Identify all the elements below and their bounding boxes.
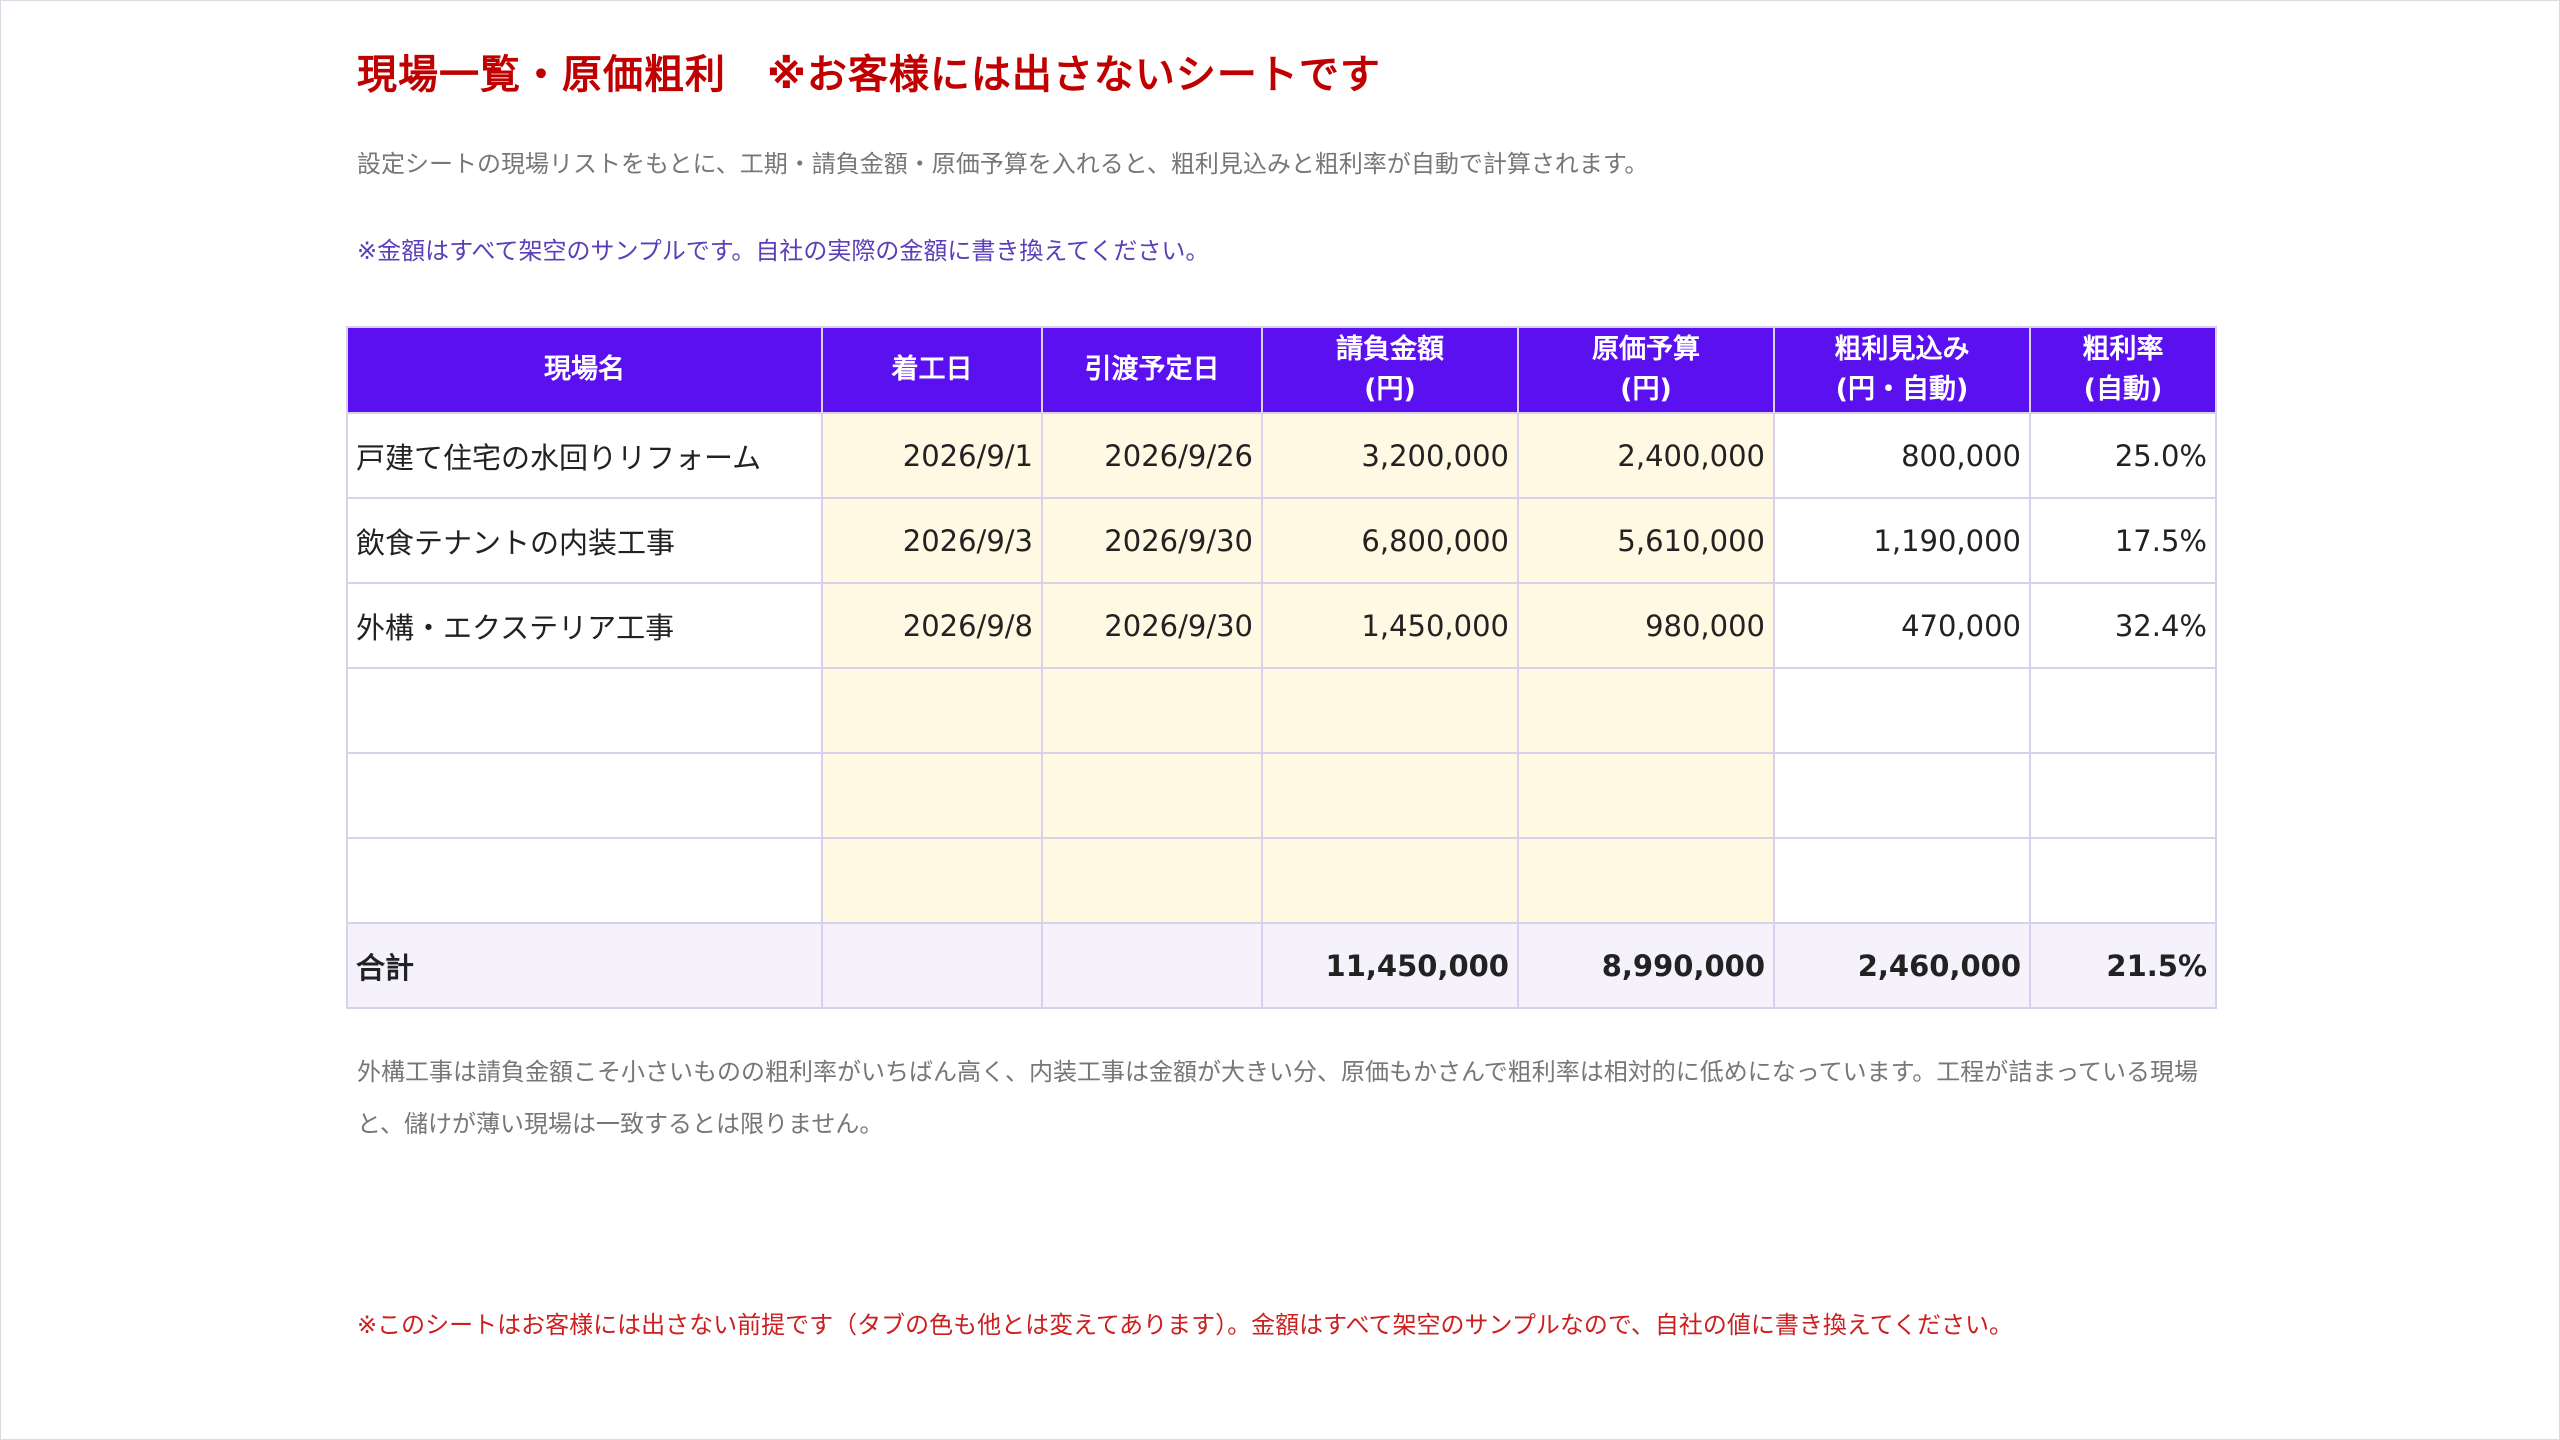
cell-expected-profit[interactable] (1773, 752, 2031, 839)
cell-delivery-date[interactable]: 2026/9/30 (1041, 497, 1263, 584)
cell-site-name[interactable] (346, 752, 823, 839)
cell-site-name[interactable]: 外構・エクステリア工事 (346, 582, 823, 669)
cell-delivery-date[interactable] (1041, 667, 1263, 754)
cell-profit-rate[interactable]: 32.4% (2029, 582, 2217, 669)
cell-contract-amount[interactable] (1261, 837, 1519, 924)
cell-start-date[interactable]: 2026/9/1 (821, 412, 1043, 499)
cell-contract-amount[interactable]: 1,450,000 (1261, 582, 1519, 669)
cell-contract-amount[interactable]: 3,200,000 (1261, 412, 1519, 499)
total-contract-amount[interactable]: 11,450,000 (1261, 922, 1519, 1009)
total-row: 合計 11,450,000 8,990,000 2,460,000 21.5% (346, 922, 2217, 1009)
header-delivery-date: 引渡予定日 (1041, 326, 1263, 414)
header-site-name: 現場名 (346, 326, 823, 414)
total-empty-delivery[interactable] (1041, 922, 1263, 1009)
header-expected-profit: 粗利見込み (円・自動) (1773, 326, 2031, 414)
header-contract-amount: 請負金額 (円) (1261, 326, 1519, 414)
cell-contract-amount[interactable] (1261, 752, 1519, 839)
cell-cost-budget[interactable] (1517, 667, 1775, 754)
cell-start-date[interactable]: 2026/9/3 (821, 497, 1043, 584)
cell-start-date[interactable] (821, 667, 1043, 754)
cell-delivery-date[interactable]: 2026/9/26 (1041, 412, 1263, 499)
page-description: 設定シートの現場リストをもとに、工期・請負金額・原価予算を入れると、粗利見込みと… (357, 150, 1649, 178)
cell-cost-budget[interactable] (1517, 752, 1775, 839)
footnote: ※このシートはお客様には出さない前提です（タブの色も他とは変えてあります）。金額… (357, 1311, 2013, 1339)
cell-expected-profit[interactable] (1773, 837, 2031, 924)
cell-delivery-date[interactable] (1041, 752, 1263, 839)
table-row: 外構・エクステリア工事 2026/9/8 2026/9/30 1,450,000… (346, 582, 2217, 669)
cell-contract-amount[interactable] (1261, 667, 1519, 754)
cell-profit-rate[interactable]: 17.5% (2029, 497, 2217, 584)
analysis-paragraph: 外構工事は請負金額こそ小さいものの粗利率がいちばん高く、内装工事は金額が大きい分… (357, 1058, 2199, 1138)
table-row (346, 837, 2217, 924)
cell-delivery-date[interactable] (1041, 837, 1263, 924)
cell-cost-budget[interactable]: 980,000 (1517, 582, 1775, 669)
cell-site-name[interactable] (346, 837, 823, 924)
header-row: 現場名 着工日 引渡予定日 請負金額 (円) 原価予算 (円) 粗利見込み (円・自動… (346, 326, 2217, 414)
cell-site-name[interactable] (346, 667, 823, 754)
cell-expected-profit[interactable]: 1,190,000 (1773, 497, 2031, 584)
sheet-canvas: 現場一覧・原価粗利 ※お客様には出さないシートです 設定シートの現場リストをもと… (0, 0, 2560, 1440)
cell-site-name[interactable]: 戸建て住宅の水回りリフォーム (346, 412, 823, 499)
table-row: 飲食テナントの内装工事 2026/9/3 2026/9/30 6,800,000… (346, 497, 2217, 584)
table-row: 戸建て住宅の水回りリフォーム 2026/9/1 2026/9/26 3,200,… (346, 412, 2217, 499)
cell-cost-budget[interactable] (1517, 837, 1775, 924)
table-row (346, 667, 2217, 754)
total-expected-profit[interactable]: 2,460,000 (1773, 922, 2031, 1009)
total-label[interactable]: 合計 (346, 922, 823, 1009)
cell-profit-rate[interactable] (2029, 667, 2217, 754)
cell-expected-profit[interactable]: 470,000 (1773, 582, 2031, 669)
header-cost-budget: 原価予算 (円) (1517, 326, 1775, 414)
total-profit-rate[interactable]: 21.5% (2029, 922, 2217, 1009)
page-title: 現場一覧・原価粗利 ※お客様には出さないシートです (357, 52, 1381, 98)
cell-contract-amount[interactable]: 6,800,000 (1261, 497, 1519, 584)
site-cost-table: 現場名 着工日 引渡予定日 請負金額 (円) 原価予算 (円) 粗利見込み (円・自動… (346, 326, 2217, 1009)
sample-note: ※金額はすべて架空のサンプルです。自社の実際の金額に書き換えてください。 (357, 237, 1210, 265)
cell-start-date[interactable] (821, 752, 1043, 839)
cell-expected-profit[interactable]: 800,000 (1773, 412, 2031, 499)
total-cost-budget[interactable]: 8,990,000 (1517, 922, 1775, 1009)
header-start-date: 着工日 (821, 326, 1043, 414)
cell-expected-profit[interactable] (1773, 667, 2031, 754)
header-profit-rate: 粗利率 (自動) (2029, 326, 2217, 414)
cell-cost-budget[interactable]: 5,610,000 (1517, 497, 1775, 584)
cell-start-date[interactable] (821, 837, 1043, 924)
cell-cost-budget[interactable]: 2,400,000 (1517, 412, 1775, 499)
cell-profit-rate[interactable]: 25.0% (2029, 412, 2217, 499)
cell-start-date[interactable]: 2026/9/8 (821, 582, 1043, 669)
cell-delivery-date[interactable]: 2026/9/30 (1041, 582, 1263, 669)
cell-profit-rate[interactable] (2029, 837, 2217, 924)
table-row (346, 752, 2217, 839)
cell-profit-rate[interactable] (2029, 752, 2217, 839)
cell-site-name[interactable]: 飲食テナントの内装工事 (346, 497, 823, 584)
total-empty-start[interactable] (821, 922, 1043, 1009)
